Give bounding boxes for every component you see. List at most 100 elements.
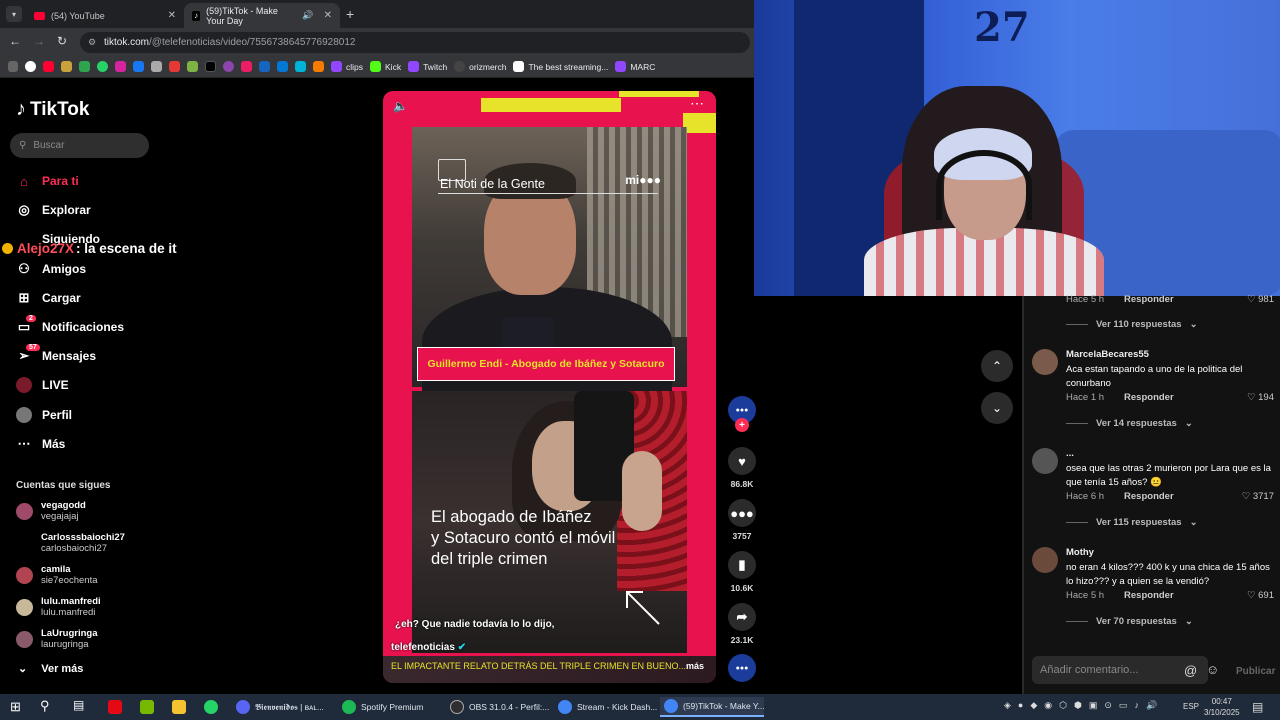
url-field[interactable]: ⚙ tiktok.com/@telefenoticias/video/75567… <box>80 32 750 53</box>
bookmark-clips[interactable]: clips <box>331 61 363 72</box>
following-account[interactable]: Carlosssbaiochi27 carlosbaiochi27 <box>16 529 125 557</box>
language-indicator[interactable]: ESP <box>1183 702 1199 711</box>
comment-button[interactable]: ●●● 3757 <box>724 499 760 541</box>
volume-icon[interactable]: 🔊 <box>1146 700 1157 711</box>
publish-button[interactable]: Publicar <box>1236 666 1275 677</box>
nav-para-ti[interactable]: ⌂ Para ti <box>16 171 79 191</box>
reload-icon[interactable]: ↻ <box>57 34 67 48</box>
creator-avatar-button[interactable]: ●●● + <box>724 396 760 432</box>
bookmark-icon[interactable] <box>223 61 234 72</box>
taskbar-item[interactable]: Stream - Kick Dash... <box>554 697 661 717</box>
netflix-icon[interactable] <box>108 700 122 714</box>
tray-icon[interactable]: ● <box>1018 700 1023 711</box>
reply-button[interactable]: Responder <box>1124 590 1174 601</box>
comment-username[interactable]: ... <box>1066 448 1074 459</box>
share-button[interactable]: ➦ 23.1K <box>724 603 760 645</box>
nav-explorar[interactable]: ◎ Explorar <box>16 200 90 220</box>
bookmark-icon[interactable] <box>61 61 72 72</box>
video-player[interactable]: El Noti de la Gente mi●●● Guillermo Endi… <box>383 91 716 683</box>
previous-video-button[interactable]: ⌃ <box>981 350 1013 382</box>
tiktok-logo[interactable]: ♪ TikTok <box>16 98 89 121</box>
view-replies-button[interactable]: Ver 70 respuestas ⌄ <box>1066 616 1193 627</box>
tray-icon[interactable]: ▭ <box>1119 700 1128 711</box>
task-view-icon[interactable]: ▤ <box>73 698 84 712</box>
tray-icon[interactable]: ⬢ <box>1074 700 1082 711</box>
reply-button[interactable]: Responder <box>1124 392 1174 403</box>
more-options-icon[interactable]: ⋯ <box>690 95 704 112</box>
reply-button[interactable]: Responder <box>1124 491 1174 502</box>
video-author[interactable]: telefenoticias ✔ <box>391 642 466 653</box>
nav-live[interactable]: LIVE <box>16 375 69 395</box>
search-input[interactable]: ⚲ Buscar <box>10 133 149 158</box>
outlook-icon[interactable] <box>277 61 288 72</box>
bookmark-icon[interactable] <box>133 61 144 72</box>
comment-username[interactable]: Mothy <box>1066 547 1094 558</box>
tray-icon[interactable]: ⊙ <box>1104 700 1112 711</box>
bookmark-twitch[interactable]: Twitch <box>408 61 447 72</box>
forward-icon[interactable]: → <box>33 34 45 48</box>
whatsapp-icon[interactable] <box>204 700 218 714</box>
tab-search-button[interactable]: ▾ <box>6 6 22 22</box>
bookmark-orizmerch[interactable]: orizmerch <box>454 61 506 72</box>
whatsapp-icon[interactable] <box>97 61 108 72</box>
save-button[interactable]: ▮ 10.6K <box>724 551 760 593</box>
view-replies-button[interactable]: Ver 110 respuestas ⌄ <box>1066 319 1198 330</box>
comment-like-button[interactable]: ♡ 691 <box>1247 590 1274 601</box>
taskbar-item[interactable]: OBS 31.0.4 - Perfil:... <box>446 697 553 717</box>
view-replies-button[interactable]: Ver 14 respuestas ⌄ <box>1066 418 1193 429</box>
music-disc-button[interactable]: ●●● <box>724 654 760 682</box>
mention-icon[interactable]: @ <box>1184 663 1197 678</box>
avatar[interactable] <box>1032 349 1058 375</box>
more-button[interactable]: más <box>686 661 704 671</box>
tab-youtube[interactable]: (54) YouTube ✕ <box>26 3 184 28</box>
clock[interactable]: 00:47 3/10/2025 <box>1204 696 1240 718</box>
taskbar-item[interactable]: 𝕭𝖎𝖊𝖓𝖛𝖊𝖓𝖎𝖉𝖔𝖘 | ʙᴀʟ... <box>232 697 328 717</box>
tiktok-icon[interactable] <box>205 61 216 72</box>
bookmark-icon[interactable] <box>79 61 90 72</box>
bookmark-icon[interactable] <box>187 61 198 72</box>
bookmark-streaming[interactable]: The best streaming... <box>513 61 608 72</box>
back-icon[interactable]: ← <box>9 34 21 48</box>
taskbar-item[interactable]: (59)TikTok - Make Y... <box>660 697 765 717</box>
view-replies-button[interactable]: Ver 115 respuestas ⌄ <box>1066 517 1198 528</box>
close-icon[interactable]: ✕ <box>168 10 176 21</box>
tray-icon[interactable]: ▣ <box>1089 700 1098 711</box>
tray-icon[interactable]: ⬡ <box>1059 700 1067 711</box>
apps-icon[interactable] <box>8 61 18 72</box>
close-icon[interactable]: ✕ <box>324 10 332 21</box>
bookmark-icon[interactable] <box>151 61 162 72</box>
windows-start-icon[interactable]: ⊞ <box>10 699 21 715</box>
reply-button[interactable]: Responder <box>1124 294 1174 305</box>
microphone-icon[interactable]: ♪ <box>1134 700 1139 711</box>
tray-icon[interactable]: ◉ <box>1044 700 1052 711</box>
nav-amigos[interactable]: ⚇ Amigos <box>16 259 86 279</box>
notifications-icon[interactable]: ▤ <box>1252 700 1263 714</box>
new-tab-button[interactable]: + <box>346 6 354 22</box>
next-video-button[interactable]: ⌄ <box>981 392 1013 424</box>
nav-cargar[interactable]: ⊞ Cargar <box>16 288 81 308</box>
speaker-icon[interactable]: 🔊 <box>302 10 313 21</box>
following-account[interactable]: camila sie7eochenta <box>16 561 98 589</box>
youtube-icon[interactable] <box>43 61 54 72</box>
avatar[interactable] <box>1032 448 1058 474</box>
tray-icon[interactable]: ◈ <box>1004 700 1011 711</box>
taskbar-item[interactable]: Spotify Premium <box>338 697 427 717</box>
folder-icon[interactable] <box>172 700 186 714</box>
like-button[interactable]: ♥ 86.8K <box>724 447 760 489</box>
nav-mas[interactable]: ⋯ Más <box>16 434 66 454</box>
following-account[interactable]: lulu.manfredi lulu.manfredi <box>16 593 101 621</box>
search-icon[interactable]: ⚲ <box>40 698 50 714</box>
comment-like-button[interactable]: ♡ 981 <box>1247 294 1274 305</box>
comment-input[interactable]: Añadir comentario... <box>1032 656 1208 684</box>
tab-tiktok[interactable]: ♪ (59)TikTok - Make Your Day 🔊 ✕ <box>184 3 340 28</box>
tray-icon[interactable]: ◆ <box>1030 700 1037 711</box>
avatar[interactable] <box>1032 547 1058 573</box>
comment-like-button[interactable]: ♡ 194 <box>1247 392 1274 403</box>
bookmark-icon[interactable] <box>259 61 270 72</box>
ver-mas-button[interactable]: ⌄ Ver más <box>18 662 83 676</box>
bookmark-kick[interactable]: Kick <box>370 61 401 72</box>
nav-notificaciones[interactable]: ▭ 2 Notificaciones <box>16 315 124 337</box>
nav-perfil[interactable]: Perfil <box>16 405 72 425</box>
site-info-icon[interactable]: ⚙ <box>88 37 96 48</box>
comment-username[interactable]: MarcelaBecares55 <box>1066 349 1149 360</box>
